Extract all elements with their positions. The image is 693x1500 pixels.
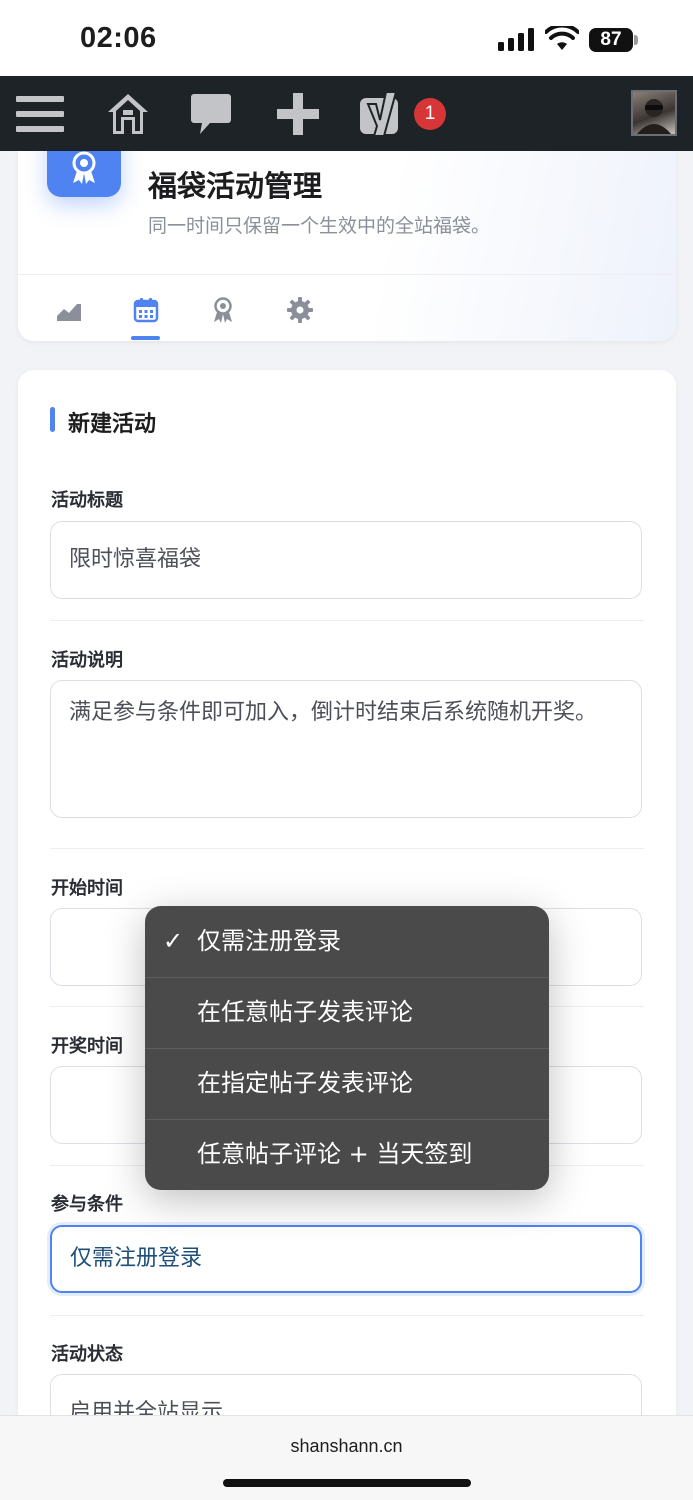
- description-label: 活动说明: [51, 650, 123, 671]
- dropdown-option[interactable]: 任意帖子评论 + 当天签到: [145, 1119, 549, 1190]
- stats-icon[interactable]: [55, 296, 83, 324]
- dropdown-option-label: 仅需注册登录: [197, 927, 341, 955]
- field-divider: [50, 620, 644, 621]
- settings-icon[interactable]: [286, 296, 314, 324]
- dropdown-option[interactable]: 在指定帖子发表评论: [145, 1048, 549, 1119]
- section-accent-bar: [50, 407, 55, 432]
- status-label: 活动状态: [51, 1344, 123, 1365]
- admin-bar: [0, 76, 693, 151]
- checkmark-icon: ✓: [163, 927, 184, 955]
- home-indicator: [223, 1479, 471, 1487]
- description-textarea[interactable]: 满足参与条件即可加入，倒计时结束后系统随机开奖。: [50, 680, 642, 818]
- draw-time-label: 开奖时间: [51, 1036, 123, 1057]
- field-divider: [50, 1315, 644, 1316]
- start-time-label: 开始时间: [51, 878, 123, 899]
- notification-badge[interactable]: 1: [414, 98, 446, 130]
- home-icon[interactable]: [106, 90, 150, 138]
- condition-dropdown-menu: ✓ 仅需注册登录 在任意帖子发表评论 在指定帖子发表评论 任意帖子评论 + 当天…: [145, 906, 549, 1190]
- status-bar: 02:06 87: [0, 0, 693, 76]
- page-subtitle: 同一时间只保留一个生效中的全站福袋。: [148, 215, 491, 237]
- page-title: 福袋活动管理: [148, 169, 323, 203]
- dropdown-option[interactable]: ✓ 仅需注册登录: [145, 906, 549, 977]
- url-domain[interactable]: shanshann.cn: [0, 1436, 693, 1457]
- browser-bottom-bar: shanshann.cn: [0, 1415, 693, 1500]
- award-logo-icon: [47, 151, 121, 197]
- title-input[interactable]: 限时惊喜福袋: [50, 521, 642, 599]
- comment-icon[interactable]: [190, 90, 232, 138]
- dropdown-option-label: 在任意帖子发表评论: [197, 998, 413, 1026]
- dropdown-option[interactable]: 在任意帖子发表评论: [145, 977, 549, 1048]
- condition-select[interactable]: 仅需注册登录: [50, 1225, 642, 1293]
- battery-indicator: 87: [589, 28, 633, 52]
- menu-icon[interactable]: [16, 90, 64, 138]
- active-tab-indicator: [131, 336, 160, 340]
- avatar[interactable]: [631, 90, 677, 136]
- section-title: 新建活动: [68, 412, 157, 437]
- field-divider: [50, 848, 644, 849]
- battery-tip: [634, 35, 638, 45]
- title-label: 活动标题: [51, 490, 123, 511]
- dropdown-option-label: 在指定帖子发表评论: [197, 1069, 413, 1097]
- award-icon[interactable]: [209, 296, 237, 324]
- status-time: 02:06: [80, 22, 157, 54]
- condition-label: 参与条件: [51, 1194, 123, 1215]
- plus-icon[interactable]: [275, 90, 321, 138]
- wifi-icon: [545, 26, 579, 50]
- calendar-icon[interactable]: [132, 296, 160, 324]
- header-divider: [18, 274, 676, 275]
- dropdown-option-label: 任意帖子评论 + 当天签到: [197, 1140, 473, 1168]
- header-card: 福袋活动管理 同一时间只保留一个生效中的全站福袋。: [18, 151, 676, 341]
- signal-icon: [498, 28, 534, 51]
- yoast-icon[interactable]: [358, 90, 404, 138]
